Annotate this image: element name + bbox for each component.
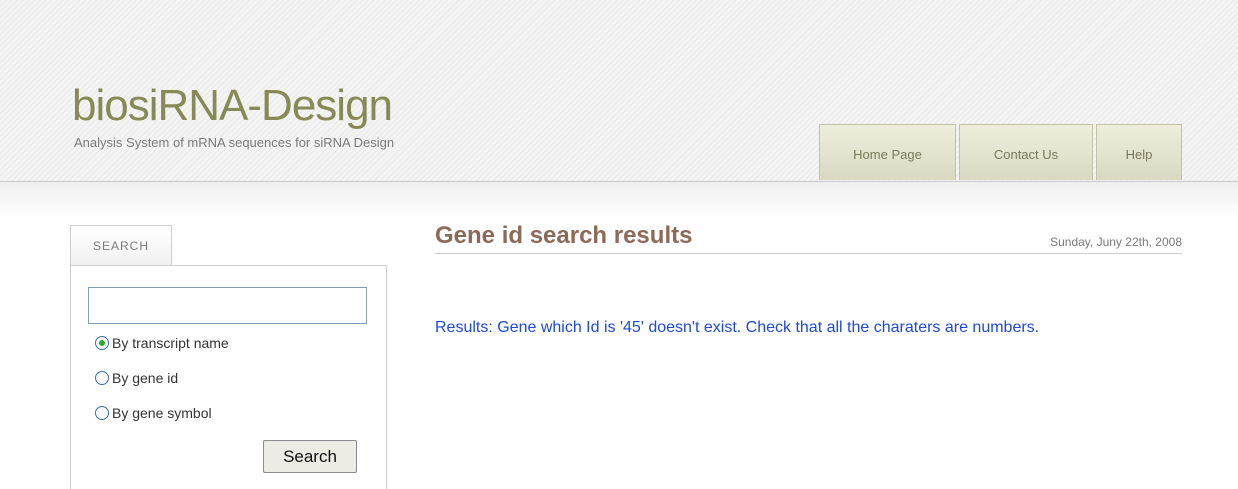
title-divider: [435, 253, 1182, 254]
site-tagline: Analysis System of mRNA sequences for si…: [74, 135, 395, 150]
nav-tab-home-page[interactable]: Home Page: [819, 124, 956, 180]
radio-option-transcript-name[interactable]: By transcript name: [95, 333, 229, 353]
search-input[interactable]: [88, 287, 367, 324]
nav-tab-help[interactable]: Help: [1096, 124, 1182, 180]
search-tab[interactable]: SEARCH: [70, 225, 172, 265]
radio-selected-icon[interactable]: [95, 336, 109, 350]
page-date: Sunday, Juny 22th, 2008: [1050, 235, 1182, 249]
radio-option-gene-id[interactable]: By gene id: [95, 368, 178, 388]
radio-option-gene-symbol[interactable]: By gene symbol: [95, 403, 212, 423]
radio-label: By gene symbol: [112, 405, 212, 421]
result-message: Results: Gene which Id is '45' doesn't e…: [435, 319, 1040, 336]
site-title[interactable]: biosiRNA-Design: [72, 84, 393, 128]
radio-unselected-icon[interactable]: [95, 406, 109, 420]
search-button[interactable]: Search: [263, 440, 357, 473]
radio-unselected-icon[interactable]: [95, 371, 109, 385]
radio-label: By transcript name: [112, 335, 229, 351]
nav-tab-contact-us[interactable]: Contact Us: [959, 124, 1093, 180]
page-title: Gene id search results: [435, 222, 693, 249]
header-shadow: [0, 182, 1238, 218]
radio-label: By gene id: [112, 370, 179, 386]
